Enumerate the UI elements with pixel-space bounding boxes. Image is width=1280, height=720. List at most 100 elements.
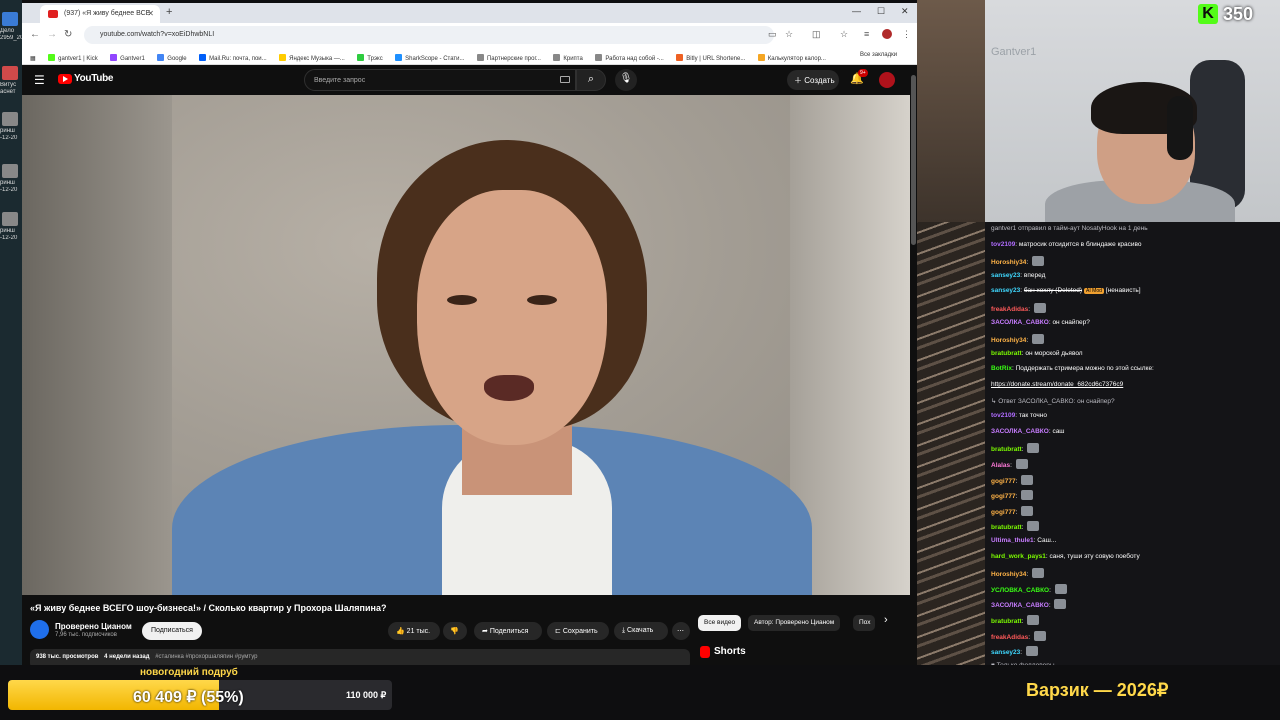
menu-dots-icon[interactable]: ≡ xyxy=(864,29,869,39)
chat-username[interactable]: sansey23 xyxy=(991,649,1020,656)
chat-username[interactable]: bratubratt xyxy=(991,618,1022,625)
minimize-icon[interactable]: — xyxy=(852,6,861,16)
close-tab-icon[interactable]: ✕ xyxy=(147,9,154,18)
chip-author[interactable]: Автор: Проверено Цианом xyxy=(748,615,841,631)
desktop-file-icon[interactable] xyxy=(2,112,18,126)
chat-username[interactable]: ЗАСОЛКА_САВКО xyxy=(991,602,1049,609)
desktop-app-icon[interactable] xyxy=(2,66,18,80)
chip-more[interactable]: Пох xyxy=(853,615,875,631)
bookmark-item[interactable]: Трэкс xyxy=(357,54,383,62)
chat-username[interactable]: gogi777 xyxy=(991,493,1016,500)
desktop-file-icon[interactable] xyxy=(2,164,18,178)
chat-text: он снайпер? xyxy=(1052,318,1090,326)
cast-icon[interactable]: ▭ xyxy=(768,29,777,40)
maximize-icon[interactable]: ☐ xyxy=(877,6,885,17)
channel-name[interactable]: Проверено Цианом xyxy=(55,622,132,631)
chat-username[interactable]: bratubratt xyxy=(991,350,1022,357)
chat-link[interactable]: https://donate.stream/donate_682cd6c7376… xyxy=(991,381,1123,388)
chat-message: sansey23: вперед xyxy=(991,272,1276,279)
chat-username[interactable]: Horoshiy34 xyxy=(991,337,1026,344)
account-avatar[interactable] xyxy=(879,72,895,88)
chat-username[interactable]: Ultima_thule1 xyxy=(991,537,1034,544)
url-input[interactable]: youtube.com/watch?v=xoEiDhwbNLI xyxy=(84,26,774,44)
voice-search-button[interactable]: 🎙 xyxy=(615,69,637,91)
bookmark-item[interactable]: Работа над собой -... xyxy=(595,54,664,62)
chat-username[interactable]: Horoshiy34 xyxy=(991,571,1026,578)
keyboard-icon[interactable] xyxy=(560,76,570,83)
channel-avatar[interactable] xyxy=(30,620,49,639)
search-input[interactable]: Введите запрос xyxy=(304,69,576,91)
more-icon[interactable]: ⋮ xyxy=(902,29,911,40)
reading-list-icon[interactable]: ☆ xyxy=(840,29,848,40)
bookmark-item[interactable]: Партнерские прог... xyxy=(476,54,541,62)
new-tab-icon[interactable]: + xyxy=(166,6,172,18)
chat-username[interactable]: ЗАСОЛКА_САВКО xyxy=(991,319,1049,326)
chat-message: ЗАСОЛКА_САВКО: саш xyxy=(991,428,1276,435)
share-button[interactable]: ➦ Поделиться xyxy=(474,622,542,640)
desktop-label: ринш xyxy=(0,128,15,134)
chat-username[interactable]: bratubratt xyxy=(991,446,1022,453)
chat-username[interactable]: freakAdidas xyxy=(991,634,1028,641)
desktop-folder-icon[interactable] xyxy=(2,12,18,26)
chat-separator: : xyxy=(1015,477,1020,485)
browser-tab-active[interactable]: (937) «Я живу беднее ВСЕ ✕ xyxy=(40,5,160,23)
like-button[interactable]: 👍 21 тыс. xyxy=(388,622,440,640)
bookmark-item[interactable]: gantver1 | Kick xyxy=(48,54,98,62)
chat-emote-icon xyxy=(1021,474,1034,485)
chat-username[interactable]: gogi777 xyxy=(991,509,1016,516)
bookmark-item[interactable]: SharkScope - Стати... xyxy=(395,54,465,62)
chevron-right-icon[interactable]: › xyxy=(884,614,888,626)
reload-icon[interactable]: ↻ xyxy=(64,29,72,40)
apps-grid-icon[interactable]: ▦ xyxy=(30,55,36,62)
dislike-button[interactable]: 👎 xyxy=(443,622,467,640)
chat-username[interactable]: hard_work_pays1 xyxy=(991,553,1046,560)
chat-username[interactable]: ЗАСОЛКА_САВКО xyxy=(991,428,1049,435)
bookmark-item[interactable]: Gantver1 xyxy=(110,54,145,62)
desktop-file-icon[interactable] xyxy=(2,212,18,226)
chat-username[interactable]: BotRix xyxy=(991,365,1012,372)
chat-username[interactable]: bratubratt xyxy=(991,524,1022,531)
chat-username[interactable]: sansey23 xyxy=(991,272,1020,279)
extensions-icon[interactable]: ◫ xyxy=(812,29,821,40)
menu-hamburger-icon[interactable]: ☰ xyxy=(34,73,45,87)
upload-date: 4 недели назад xyxy=(104,654,150,660)
microphone-icon: 🎙 xyxy=(619,73,633,84)
chat-message: ↳ Ответ ЗАСОЛКА_САВКО: он снайпер? xyxy=(991,397,1276,405)
youtube-logo-text[interactable]: YouTube xyxy=(74,73,114,84)
more-actions-button[interactable]: ⋯ xyxy=(672,622,690,640)
bookmark-item[interactable]: Mail.Ru: почта, пои... xyxy=(199,54,267,62)
subscribe-button[interactable]: Подписаться xyxy=(142,622,202,640)
page-scrollbar[interactable] xyxy=(910,65,917,665)
close-window-icon[interactable]: ✕ xyxy=(901,6,909,17)
bookmark-item[interactable]: Яндекс Музыка —... xyxy=(279,54,345,62)
profile-avatar[interactable] xyxy=(882,29,892,39)
bookmark-star-icon[interactable]: ☆ xyxy=(785,29,793,40)
save-button[interactable]: ⊏ Сохранить xyxy=(547,622,609,640)
download-button[interactable]: ⤓ Скачать xyxy=(614,622,668,640)
chat-username[interactable]: sansey23 xyxy=(991,287,1020,294)
bookmark-item[interactable]: Bitly | URL Shortene... xyxy=(676,54,745,62)
forward-icon[interactable]: → xyxy=(47,29,57,40)
youtube-logo-icon[interactable] xyxy=(58,74,72,84)
chat-username[interactable]: УСЛОВКА_САВКО xyxy=(991,587,1049,594)
description-box[interactable]: 938 тыс. просмотров 4 недели назад #стал… xyxy=(30,649,690,665)
chat-message: bratubratt: xyxy=(991,443,1276,454)
chat-username[interactable]: tov2109 xyxy=(991,241,1015,248)
scrollbar-thumb[interactable] xyxy=(911,75,916,245)
hashtags[interactable]: #сталинка #прохоршаляпин #румтур xyxy=(155,654,257,660)
bookmark-icon xyxy=(395,54,403,61)
video-player[interactable] xyxy=(22,95,910,595)
chat-username[interactable]: gogi777 xyxy=(991,478,1016,485)
create-button[interactable]: ＋ Создать xyxy=(787,70,839,90)
bookmark-item[interactable]: Калькулятор калор... xyxy=(757,54,826,62)
search-button[interactable]: ⌕ xyxy=(576,69,606,91)
chat-username[interactable]: tov2109 xyxy=(991,412,1015,419)
chip-all-videos[interactable]: Все видео xyxy=(698,615,742,631)
chat-username[interactable]: Alalas xyxy=(991,462,1010,469)
all-bookmarks[interactable]: Все закладки xyxy=(860,52,897,58)
back-icon[interactable]: ← xyxy=(30,29,40,40)
bookmark-item[interactable]: Google xyxy=(157,54,187,62)
bookmark-item[interactable]: Криптa xyxy=(553,54,583,62)
chat-username[interactable]: Horoshiy34 xyxy=(991,259,1026,266)
chat-username[interactable]: freakAdidas xyxy=(991,306,1028,313)
